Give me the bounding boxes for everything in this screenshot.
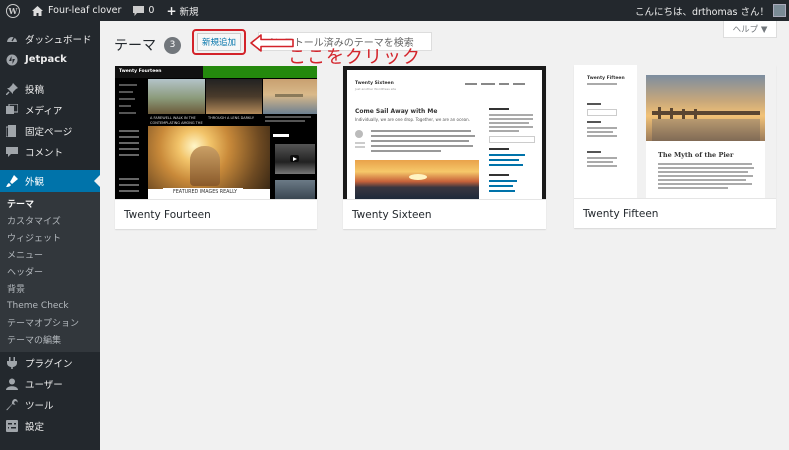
admin-bar: W Four-leaf clover 0 + 新規 こんにちは、drthomas… [0,0,789,21]
theme-screenshot: Twenty Fifteen The Myth of the Pier [574,65,776,198]
preview-tagline: Just another WordPress site [355,87,397,91]
submenu-customize[interactable]: カスタマイズ [0,212,100,229]
menu-plugins[interactable]: プラグイン [0,352,100,373]
settings-icon [6,419,18,432]
page-title-text: テーマ [114,38,156,54]
preview-post-title-2: THROUGH A LENS DARKLY [208,116,254,120]
theme-screenshot: Twenty Sixteen Just another WordPress si… [343,66,546,199]
tools-icon [6,398,18,411]
menu-tools[interactable]: ツール [0,394,100,415]
preview-post-title: Come Sail Away with Me [355,108,438,115]
page-icon [6,124,18,137]
menu-jetpack-label: Jetpack [25,54,67,65]
submenu-themes[interactable]: テーマ [0,195,100,212]
theme-name: Twenty Fourteen [115,199,317,229]
preview-site-title: Twenty Fifteen [587,76,625,81]
appearance-icon [6,175,18,187]
plus-icon: + [166,3,177,18]
menu-plugins-label: プラグイン [25,358,73,370]
main-content: ヘルプ ▼ テーマ 3 新規追加 インストール済みのテーマを検索 ここをクリック… [100,21,789,450]
site-name-link[interactable]: Four-leaf clover [26,0,127,21]
new-content-link[interactable]: + 新規 [160,0,204,21]
menu-users-label: ユーザー [25,379,63,391]
user-icon [6,378,18,390]
comment-bubble-icon [133,5,145,16]
greeting: こんにちは、drthomas さん！ [634,6,769,18]
media-icon [6,103,18,116]
avatar [773,4,786,17]
page-title: テーマ 3 [114,35,181,55]
submenu-header[interactable]: ヘッダー [0,263,100,280]
comments-link[interactable]: 0 [127,0,160,21]
home-icon [32,5,43,16]
add-new-button[interactable]: 新規追加 [196,33,241,51]
menu-posts-label: 投稿 [25,84,45,96]
menu-users[interactable]: ユーザー [0,373,100,394]
submenu-menus[interactable]: メニュー [0,246,100,263]
submenu-background[interactable]: 背景 [0,280,100,297]
add-new-button-highlight: 新規追加 [192,29,246,55]
menu-pages-label: 固定ページ [25,126,73,138]
preview-site-title: Twenty Sixteen [355,81,394,86]
theme-screenshot: Twenty Fourteen A FAREWELL WALK IN THE C… [115,66,317,199]
comment-count: 0 [148,5,155,16]
jetpack-icon [6,54,18,66]
new-label: 新規 [179,6,199,18]
comment-icon [6,146,18,158]
theme-card-twenty-fifteen[interactable]: Twenty Fifteen The Myth of the Pier Twen… [574,65,776,228]
menu-pages[interactable]: 固定ページ [0,120,100,141]
appearance-submenu: テーマ カスタマイズ ウィジェット メニュー ヘッダー 背景 Theme Che… [0,192,100,352]
submenu-widgets[interactable]: ウィジェット [0,229,100,246]
menu-settings[interactable]: 設定 [0,415,100,436]
submenu-theme-editor[interactable]: テーマの編集 [0,331,100,348]
preview-intro: Individually, we are one drop. Together,… [355,117,470,122]
theme-card-twenty-sixteen[interactable]: Twenty Sixteen Just another WordPress si… [343,66,546,229]
menu-jetpack[interactable]: Jetpack [0,49,100,70]
preview-post-title-1: A FAREWELL WALK IN THE CONTEMPLATING AMO… [150,116,203,125]
menu-dashboard[interactable]: ダッシュボード [0,28,100,49]
menu-appearance[interactable]: 外観 [0,170,100,192]
theme-count-badge: 3 [164,36,181,54]
menu-dashboard-label: ダッシュボード [25,34,92,46]
preview-site-title: Twenty Fourteen [119,69,162,74]
menu-tools-label: ツール [25,400,54,412]
admin-sidebar: ダッシュボード Jetpack 投稿 メディア 固定ページ コメント 外観 テー… [0,21,100,450]
menu-posts[interactable]: 投稿 [0,78,100,99]
plugin-icon [6,356,18,369]
submenu-theme-check[interactable]: Theme Check [0,297,100,314]
submenu-theme-options[interactable]: テーマオプション [0,314,100,331]
site-name: Four-leaf clover [48,5,122,16]
dashboard-icon [6,33,18,45]
menu-comments[interactable]: コメント [0,141,100,162]
help-tab[interactable]: ヘルプ ▼ [723,21,777,38]
preview-post-title: The Myth of the Pier [658,151,734,159]
theme-name: Twenty Sixteen [343,199,546,229]
wordpress-logo-menu[interactable]: W [0,0,26,21]
wordpress-icon: W [6,3,20,18]
pin-icon [6,82,18,95]
menu-settings-label: 設定 [25,421,45,433]
menu-comments-label: コメント [25,147,64,159]
theme-card-twenty-fourteen[interactable]: Twenty Fourteen A FAREWELL WALK IN THE C… [115,66,317,229]
menu-appearance-label: 外観 [25,177,45,188]
account-menu[interactable]: こんにちは、drthomas さん！ [629,0,789,21]
preview-post-title-3: FEATURED IMAGES REALLY [173,190,238,195]
theme-name: Twenty Fifteen [574,198,776,228]
menu-media-label: メディア [25,105,63,117]
menu-media[interactable]: メディア [0,99,100,120]
